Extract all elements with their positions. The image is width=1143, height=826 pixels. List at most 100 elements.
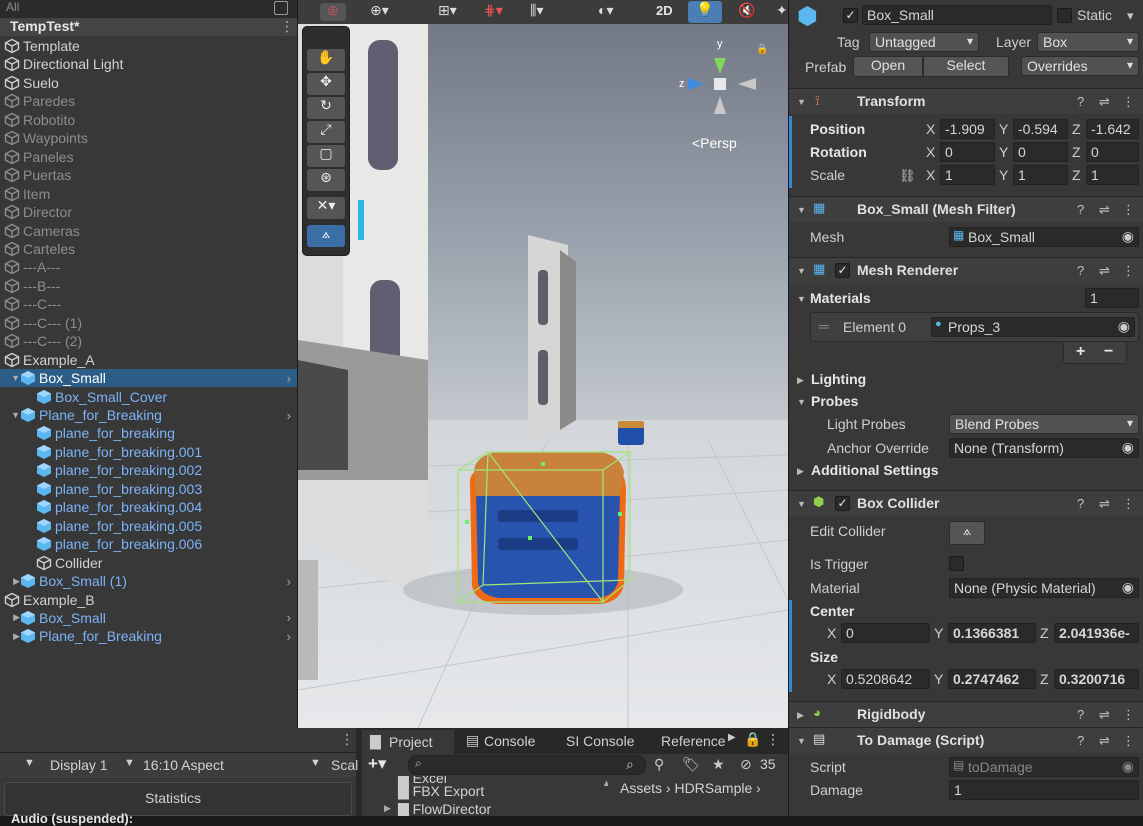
help-icon[interactable]: ? [1077,496,1084,511]
prefab-overrides-dropdown[interactable]: Overrides [1021,56,1139,76]
open-prefab-icon[interactable]: › [287,371,291,386]
static-dropdown-icon[interactable]: ▾ [1127,8,1134,24]
scale-x-field[interactable]: 1 [940,165,995,185]
help-icon[interactable]: ? [1077,707,1084,722]
physic-material-field[interactable]: None (Physic Material) ◉ [949,578,1139,598]
hierarchy-item[interactable]: Robotito [0,111,297,129]
scale-z-field[interactable]: 1 [1086,165,1139,185]
additional-settings-label[interactable]: Additional Settings [811,462,939,478]
hierarchy-item[interactable]: ▼ Plane_for_Breaking › [0,406,297,424]
damage-field[interactable]: 1 [949,780,1139,800]
scene-view[interactable]: 🔒 y z <Persp ◎ ⊕▾ ⊞▾ ⋕▾ ⫼▾ ◐▾ 2D 💡 🔇 ✦ ✋… [298,0,788,728]
tag-dropdown[interactable]: Untagged [869,32,979,52]
hierarchy-item[interactable]: ---C--- (2) [0,332,297,350]
lighting-toggle-icon[interactable]: 💡 [688,1,722,23]
asset-breadcrumb[interactable]: Assets › HDRSample › [620,780,761,796]
size-z-field[interactable]: 0.3200716 [1054,669,1139,689]
rect-tool-icon[interactable]: ▢ [307,145,345,167]
component-menu-icon[interactable]: ⋮ [1122,94,1135,110]
center-y-label[interactable]: Y [934,625,943,641]
object-picker-icon[interactable]: ◉ [1118,318,1130,335]
constrain-proportions-icon[interactable]: ⛓ [899,168,916,184]
hierarchy-item[interactable]: Example_B [0,591,297,609]
static-checkbox[interactable] [1057,8,1072,23]
edit-collider-tool-icon[interactable]: ⟑ [307,225,345,247]
scale-y-field[interactable]: 1 [1013,165,1068,185]
prefab-open-button[interactable]: Open [853,56,923,77]
hierarchy-item[interactable]: plane_for_breaking.003 [0,480,297,498]
aspect-dropdown-icon[interactable]: ▼ [124,757,135,769]
open-prefab-icon[interactable]: › [287,629,291,644]
hierarchy-item[interactable]: ▼ Box_Small › [0,369,297,388]
size-x-field[interactable]: 0.5208642 [841,669,930,689]
hierarchy-item[interactable]: plane_for_breaking.002 [0,461,297,479]
tab-project[interactable]: ▇ Project [362,730,454,754]
shading-mode-icon[interactable]: ◐▾ [598,2,613,19]
foldout-icon[interactable]: ▼ [0,373,20,383]
filter-label-icon[interactable]: 🏷 [682,756,700,773]
edit-collider-button[interactable]: ⟑ [949,521,985,545]
hierarchy-item[interactable]: Directional Light [0,55,297,73]
aspect-dropdown[interactable]: 16:10 Aspect [143,757,224,773]
statistics-button[interactable]: Statistics [145,790,201,806]
hierarchy-item[interactable]: Example_A [0,351,297,369]
foldout-icon[interactable]: ▶ [0,631,20,642]
center-x-field[interactable]: 0 [841,623,930,643]
hierarchy-item[interactable]: Paredes [0,92,297,110]
hierarchy-item[interactable]: ---C--- [0,295,297,313]
hierarchy-item[interactable]: ---B--- [0,277,297,295]
object-picker-icon[interactable]: ◉ [1122,228,1134,245]
hierarchy-item[interactable]: ---C--- (1) [0,314,297,332]
game-menu-icon[interactable]: ⋮ [340,731,354,748]
hierarchy-item[interactable]: plane_for_breaking.004 [0,498,297,516]
size-y-label[interactable]: Y [934,671,943,687]
center-z-field[interactable]: 2.041936e- [1054,623,1139,643]
hierarchy-item[interactable]: ▶ Plane_for_Breaking › [0,627,297,645]
tab-scroll-icon[interactable]: ▶ [728,732,736,743]
foldout-icon[interactable]: ▶ [0,612,20,623]
foldout-icon[interactable]: ▼ [0,410,20,420]
filter-type-icon[interactable]: ⚲ [654,756,664,773]
hierarchy-item[interactable]: ▶ Box_Small › [0,609,297,627]
light-probes-dropdown[interactable]: Blend Probes [949,414,1139,434]
draw-mode-icon[interactable]: ◎ [320,3,346,21]
hierarchy-item[interactable]: Waypoints [0,129,297,147]
hierarchy-item[interactable]: Item [0,185,297,203]
materials-foldout-icon[interactable]: ▼ [797,294,806,304]
tab-si-console[interactable]: SI Console [566,733,634,749]
size-x-label[interactable]: X [827,671,836,687]
help-icon[interactable]: ? [1077,94,1084,109]
mesh-renderer-header[interactable]: ▼ ▦ ✓ Mesh Renderer ? ⇌ ⋮ [789,257,1143,283]
scale-dropdown-icon[interactable]: ▼ [310,757,321,769]
transform-tool-icon[interactable]: ⊛ [307,169,345,191]
component-menu-icon[interactable]: ⋮ [1122,263,1135,279]
hierarchy-item[interactable]: plane_for_breaking.005 [0,517,297,535]
custom-tools-icon[interactable]: ✕▾ [307,197,345,219]
lock-icon[interactable]: 🔒 [744,731,761,748]
object-picker-icon[interactable]: ◉ [1122,579,1134,596]
probes-foldout-icon[interactable]: ▼ [797,397,806,407]
help-icon[interactable]: ? [1077,202,1084,217]
component-menu-icon[interactable]: ⋮ [1122,496,1135,512]
rotation-z-field[interactable]: 0 [1086,142,1139,162]
hierarchy-item[interactable]: Cameras [0,222,297,240]
center-x-label[interactable]: X [827,625,836,641]
scale-y-label[interactable]: Y [999,167,1008,183]
mesh-field[interactable]: ▦ Box_Small ◉ [949,227,1139,247]
position-z-label[interactable]: Z [1072,121,1081,137]
2d-toggle[interactable]: 2D [656,3,673,18]
increment-snap-icon[interactable]: ⫼▾ [530,2,543,19]
object-name-field[interactable]: Box_Small [862,5,1052,25]
hierarchy-item[interactable]: Paneles [0,148,297,166]
open-prefab-icon[interactable]: › [287,408,291,423]
active-checkbox[interactable]: ✓ [843,8,858,23]
hierarchy-item[interactable]: Template [0,37,297,55]
hierarchy-item[interactable]: Director [0,203,297,221]
probes-label[interactable]: Probes [811,393,858,409]
folder-item[interactable]: ▇ FlowDirector [398,801,491,816]
hand-tool-icon[interactable]: ✋ [307,49,345,71]
hierarchy-item[interactable]: plane_for_breaking.001 [0,443,297,461]
scale-tool-icon[interactable]: ⤢ [307,121,345,143]
perspective-label[interactable]: <Persp [692,135,737,151]
scale-x-label[interactable]: X [926,167,935,183]
